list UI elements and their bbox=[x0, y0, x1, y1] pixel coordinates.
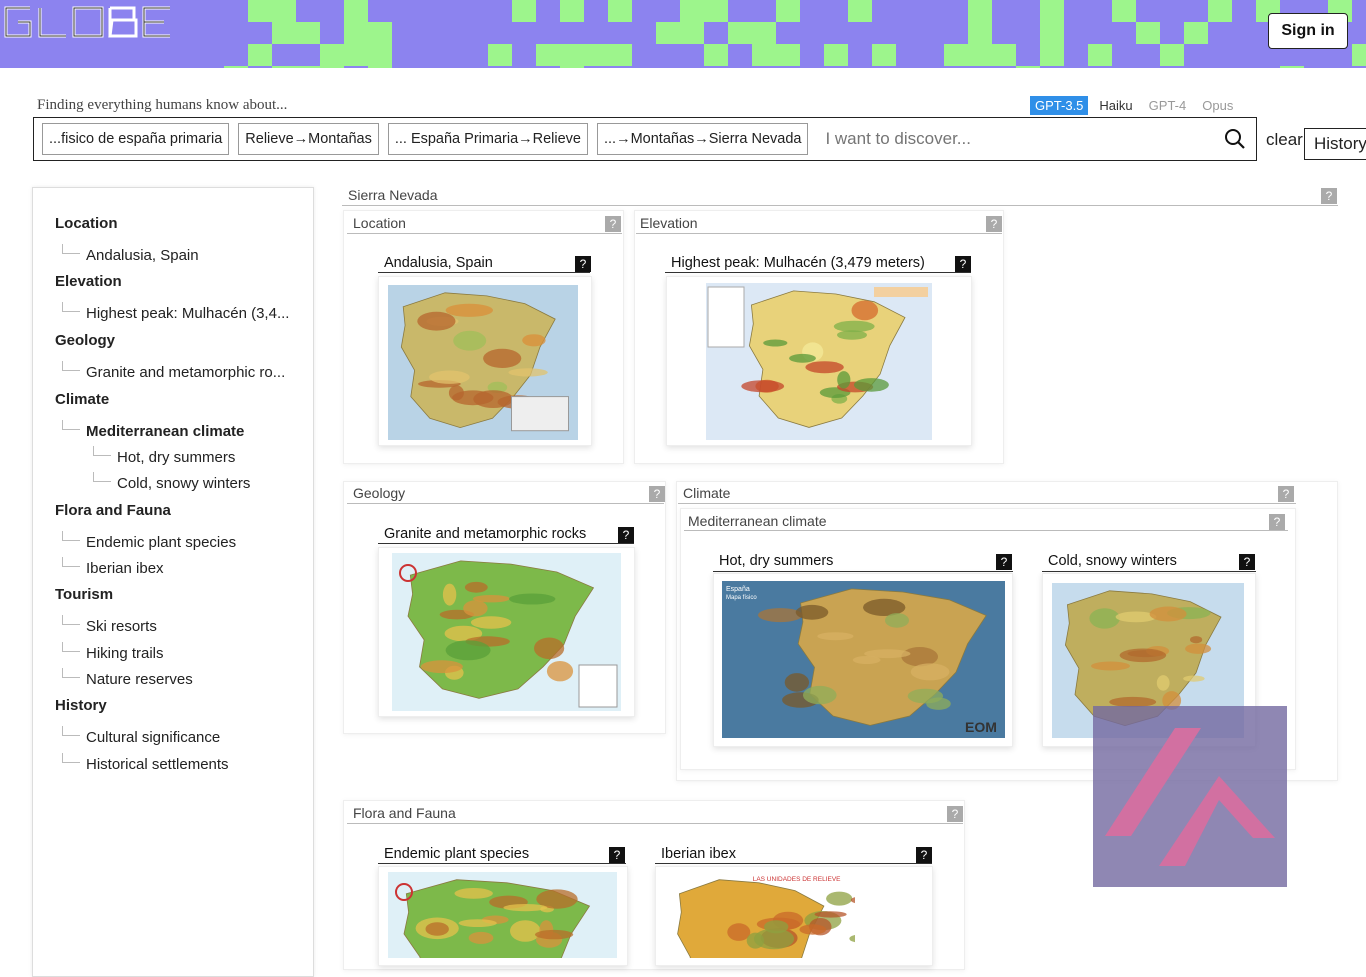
tree-item-granite[interactable]: Granite and metamorphic ro... bbox=[86, 364, 285, 381]
tree-item-historical-settlements[interactable]: Historical settlements bbox=[86, 756, 229, 773]
help-button[interactable]: ? bbox=[649, 486, 665, 502]
breadcrumb-chip[interactable]: ... España Primaria→Relieve bbox=[387, 123, 588, 155]
section-title-elevation: Elevation bbox=[640, 215, 698, 231]
spain-relief-map[interactable] bbox=[706, 283, 932, 440]
pixel-pattern-background bbox=[0, 0, 1366, 68]
sign-in-button[interactable]: Sign in bbox=[1268, 13, 1348, 49]
tree-item-cold-snowy-winters[interactable]: Cold, snowy winters bbox=[117, 475, 250, 492]
tree-item-endemic-plants[interactable]: Endemic plant species bbox=[86, 534, 236, 551]
tree-item-nature-reserves[interactable]: Nature reserves bbox=[86, 671, 193, 688]
help-button[interactable]: ? bbox=[986, 216, 1002, 232]
topic-tree-sidebar: Location Andalusia, Spain Elevation High… bbox=[32, 187, 314, 977]
relief-units-map[interactable]: LAS UNIDADES DE RELIEVE bbox=[665, 872, 923, 958]
card-title-andalusia: Andalusia, Spain bbox=[384, 255, 493, 271]
tree-item-hiking-trails[interactable]: Hiking trails bbox=[86, 645, 164, 662]
tree-item-history[interactable]: History bbox=[55, 697, 107, 714]
tree-item-elevation[interactable]: Elevation bbox=[55, 273, 122, 290]
search-icon[interactable] bbox=[1224, 128, 1246, 150]
help-button[interactable]: ? bbox=[996, 554, 1012, 570]
model-selector: GPT-3.5 Haiku GPT-4 Opus bbox=[1030, 96, 1244, 115]
tree-item-cultural-significance[interactable]: Cultural significance bbox=[86, 729, 220, 746]
tree-item-geology[interactable]: Geology bbox=[55, 332, 115, 349]
spain-topographic-map[interactable]: España Mapa físico EOM bbox=[722, 581, 1005, 738]
search-bar: ...fisico de españa primaria Relieve→Mon… bbox=[33, 117, 1257, 161]
tree-item-hot-dry-summers[interactable]: Hot, dry summers bbox=[117, 449, 235, 466]
model-option-gpt35[interactable]: GPT-3.5 bbox=[1030, 96, 1089, 115]
help-button[interactable]: ? bbox=[1321, 188, 1337, 204]
card-title-cold-snowy-winters: Cold, snowy winters bbox=[1048, 553, 1177, 569]
help-button[interactable]: ? bbox=[1269, 514, 1285, 530]
help-button[interactable]: ? bbox=[916, 847, 932, 863]
topic-title: Sierra Nevada bbox=[348, 187, 438, 203]
section-title-climate: Climate bbox=[683, 485, 731, 501]
map-label: LAS UNIDADES DE RELIEVE bbox=[753, 876, 841, 883]
card-title-hot-dry-summers: Hot, dry summers bbox=[719, 553, 834, 569]
help-button[interactable]: ? bbox=[1239, 554, 1255, 570]
help-button[interactable]: ? bbox=[618, 527, 634, 543]
search-input[interactable] bbox=[817, 123, 1256, 155]
tree-item-location[interactable]: Location bbox=[55, 215, 118, 232]
help-button[interactable]: ? bbox=[955, 256, 971, 272]
section-title-flora-fauna: Flora and Fauna bbox=[353, 805, 456, 821]
help-button[interactable]: ? bbox=[1278, 486, 1294, 502]
model-option-haiku[interactable]: Haiku bbox=[1094, 96, 1137, 115]
spain-physical-map[interactable] bbox=[392, 553, 621, 711]
card-title-endemic-plants: Endemic plant species bbox=[384, 846, 530, 862]
header-banner: Sign in bbox=[0, 0, 1366, 68]
card-title-granite: Granite and metamorphic rocks bbox=[384, 526, 587, 542]
spain-physical-map[interactable] bbox=[388, 872, 617, 958]
breadcrumb-chip[interactable]: ...→Montañas→Sierra Nevada bbox=[597, 123, 809, 155]
breadcrumb-chip[interactable]: Relieve→Montañas bbox=[238, 123, 379, 155]
tree-item-climate[interactable]: Climate bbox=[55, 391, 109, 408]
help-button[interactable]: ? bbox=[609, 847, 625, 863]
map-label: EOM bbox=[965, 719, 997, 735]
model-option-opus[interactable]: Opus bbox=[1197, 96, 1238, 115]
tree-item-mediterranean-climate[interactable]: Mediterranean climate bbox=[86, 423, 244, 440]
map-label: Mapa físico bbox=[726, 595, 757, 601]
spain-physical-map[interactable] bbox=[388, 285, 578, 440]
tree-item-ski-resorts[interactable]: Ski resorts bbox=[86, 618, 157, 635]
history-button[interactable]: History bbox=[1304, 128, 1366, 160]
help-button[interactable]: ? bbox=[947, 806, 963, 822]
map-label: España bbox=[726, 586, 750, 593]
tree-item-flora-fauna[interactable]: Flora and Fauna bbox=[55, 502, 171, 519]
tree-item-tourism[interactable]: Tourism bbox=[55, 586, 113, 603]
tagline: Finding everything humans know about... bbox=[37, 97, 288, 113]
help-button[interactable]: ? bbox=[575, 256, 591, 272]
tree-item-highest-peak[interactable]: Highest peak: Mulhacén (3,4... bbox=[86, 305, 289, 322]
card-title-iberian-ibex: Iberian ibex bbox=[661, 846, 736, 862]
section-title-location: Location bbox=[353, 215, 406, 231]
breadcrumb-chip[interactable]: ...fisico de españa primaria bbox=[42, 123, 230, 155]
help-button[interactable]: ? bbox=[605, 216, 621, 232]
section-title-mediterranean: Mediterranean climate bbox=[688, 513, 827, 529]
tree-item-andalusia[interactable]: Andalusia, Spain bbox=[86, 247, 199, 264]
clear-button[interactable]: clear bbox=[1266, 130, 1303, 150]
tree-item-iberian-ibex[interactable]: Iberian ibex bbox=[86, 560, 164, 577]
watermark-logo bbox=[1093, 706, 1287, 887]
globe-logo[interactable] bbox=[0, 0, 180, 44]
card-title-highest-peak: Highest peak: Mulhacén (3,479 meters) bbox=[671, 255, 925, 271]
model-option-gpt4[interactable]: GPT-4 bbox=[1144, 96, 1192, 115]
section-title-geology: Geology bbox=[353, 485, 406, 501]
